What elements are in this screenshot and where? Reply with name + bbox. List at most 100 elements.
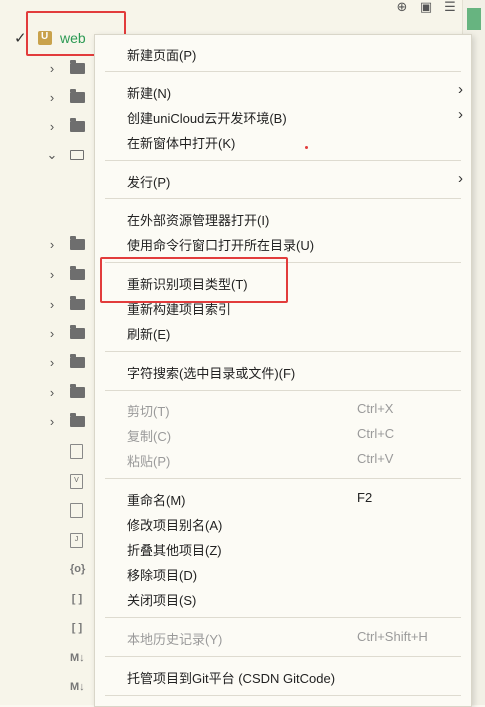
tree-folder-row[interactable]: ⌄ [0,145,95,165]
menu-item-label: 复制(C) [127,429,172,444]
folder-icon [70,235,85,250]
menu-item-label: 剪切(T) [127,404,170,419]
context-menu: 新建页面(P) 新建(N) › 创建uniCloud云开发环境(B) › 在新窗… [94,34,472,707]
menu-item-copy[interactable]: 复制(C) Ctrl+C [95,422,471,446]
tree-folder-row[interactable]: › [0,411,95,431]
menu-item-publish[interactable]: 发行(P) › [95,168,471,192]
menu-item-paste[interactable]: 粘贴(P) Ctrl+V [95,447,471,471]
folder-icon [70,59,85,74]
menu-item-edit-alias[interactable]: 修改项目别名(A) [95,511,471,535]
folder-open-icon [70,150,84,160]
menu-item-label: 新建(N) [127,86,172,101]
js-file-icon: J [70,532,83,548]
annotation-box-reidentify [100,257,288,303]
tree-folder-row[interactable]: › [0,58,95,78]
menu-item-char-search[interactable]: 字符搜索(选中目录或文件)(F) [95,359,471,383]
menu-item-shortcut: Ctrl+V [357,451,394,466]
menu-item-label: 发行(P) [127,175,171,190]
menu-item-refresh[interactable]: 刷新(E) [95,320,471,344]
tree-folder-row[interactable]: › [0,116,95,136]
tree-file-row[interactable]: M↓ [0,648,95,668]
tree-file-row[interactable] [0,441,95,461]
tree-folder-row[interactable]: › [0,352,95,372]
chevron-right-icon: › [458,106,463,123]
add-icon[interactable]: ⊕ [395,0,409,14]
folder-icon [70,353,85,368]
menu-item-label: 修改项目别名(A) [127,518,223,533]
menu-item-new[interactable]: 新建(N) › [95,79,471,103]
menu-item-shortcut: Ctrl+Shift+H [357,629,428,644]
chevron-right-icon[interactable]: › [46,90,58,105]
menu-item-label: 在外部资源管理器打开(I) [127,213,270,228]
menu-item-label: 字符搜索(选中目录或文件)(F) [127,366,296,381]
menu-separator [105,71,461,72]
chevron-right-icon[interactable]: › [46,119,58,134]
menu-item-label: 新建页面(P) [127,48,197,63]
menu-separator [105,351,461,352]
menu-separator [105,695,461,696]
menu-item-open-terminal[interactable]: 使用命令行窗口打开所在目录(U) [95,231,471,255]
tree-folder-row[interactable]: › [0,234,95,254]
chevron-right-icon[interactable]: › [46,414,58,429]
folder-icon [70,295,85,310]
tree-file-row[interactable] [0,500,95,520]
chevron-right-icon[interactable]: › [46,385,58,400]
menu-item-cut[interactable]: 剪切(T) Ctrl+X [95,397,471,421]
tree-file-row[interactable]: [ ] [0,589,95,609]
menu-item-remove-project[interactable]: 移除项目(D) [95,561,471,585]
menu-separator [105,478,461,479]
menu-item-new-page[interactable]: 新建页面(P) [95,41,471,65]
tree-file-row[interactable]: J [0,530,95,550]
menu-separator [105,390,461,391]
json-file-icon: {o} [70,562,86,575]
menu-item-close-project[interactable]: 关闭项目(S) [95,586,471,610]
file-icon [70,502,83,518]
menu-item-label: 在新窗体中打开(K) [127,136,236,151]
folder-icon [70,383,85,398]
chevron-right-icon[interactable]: › [46,237,58,252]
menu-item-shortcut: Ctrl+X [357,401,394,416]
chevron-right-icon[interactable]: › [46,61,58,76]
menu-separator [105,198,461,199]
tree-folder-row[interactable]: › [0,323,95,343]
tree-folder-row[interactable]: › [0,264,95,284]
menu-item-shortcut: F2 [357,490,373,505]
tree-file-row[interactable]: V [0,471,95,491]
menu-item-create-unicloud[interactable]: 创建uniCloud云开发环境(B) › [95,104,471,128]
menu-icon[interactable]: ☰ [443,0,457,14]
chevron-right-icon[interactable]: › [46,267,58,282]
chevron-right-icon[interactable]: › [46,326,58,341]
tree-folder-row[interactable]: › [0,87,95,107]
menu-item-label: 托管项目到Git平台 (CSDN GitCode) [127,671,336,686]
tree-folder-row[interactable]: › [0,294,95,314]
chevron-right-icon[interactable]: › [46,355,58,370]
menu-item-host-git[interactable]: 托管项目到Git平台 (CSDN GitCode) [95,664,471,688]
chevron-right-icon[interactable]: › [46,297,58,312]
menu-item-open-external[interactable]: 在外部资源管理器打开(I) [95,206,471,230]
menu-separator [105,617,461,618]
menu-item-label: 刷新(E) [127,327,171,342]
folder-icon [70,88,85,103]
chevron-down-icon[interactable]: ⌄ [46,147,58,163]
menu-separator [105,656,461,657]
menu-item-label: 粘贴(P) [127,454,171,469]
menu-separator [105,160,461,161]
json-file-icon: [ ] [71,592,83,605]
folder-icon [70,324,85,339]
menu-item-label: 折叠其他项目(Z) [127,543,222,558]
folder-icon [70,117,85,132]
tree-file-row[interactable]: M↓ [0,677,95,697]
menu-item-open-new-window[interactable]: 在新窗体中打开(K) [95,129,471,153]
menu-item-rename[interactable]: 重命名(M) F2 [95,486,471,510]
tree-file-row[interactable]: [ ] [0,618,95,638]
file-icon [70,443,83,459]
menu-item-shortcut: Ctrl+C [357,426,395,441]
folder-icon [70,412,85,427]
chevron-right-icon: › [458,170,463,187]
collapse-icon[interactable]: ▣ [419,0,433,14]
tree-file-row[interactable]: {o} [0,559,95,579]
menu-item-local-history[interactable]: 本地历史记录(Y) Ctrl+Shift+H [95,625,471,649]
tree-toolbar: ⊕ ▣ ☰ [395,0,457,18]
tree-folder-row[interactable]: › [0,382,95,402]
menu-item-collapse-others[interactable]: 折叠其他项目(Z) [95,536,471,560]
